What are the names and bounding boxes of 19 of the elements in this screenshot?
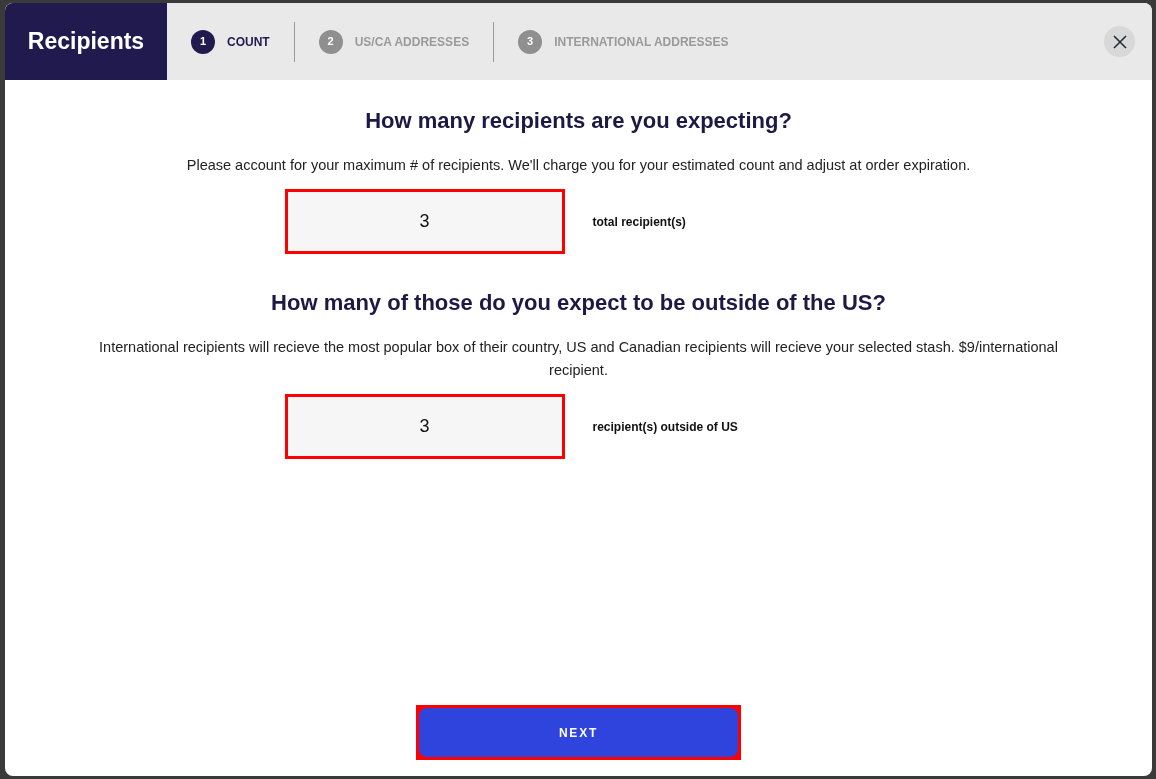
- step-label: INTERNATIONAL ADDRESSES: [554, 33, 729, 51]
- next-button[interactable]: NEXT: [419, 708, 738, 757]
- question-heading: How many recipients are you expecting?: [365, 107, 792, 135]
- step-label: COUNT: [227, 33, 270, 51]
- step-number: 2: [318, 29, 343, 54]
- description-text: Please account for your maximum # of recipients. We'll charge you for your estimated count and adjust at order expiration.: [186, 156, 971, 175]
- count-label: recipient(s) outside of US: [592, 418, 738, 436]
- modal-title: Recipients: [27, 27, 145, 57]
- step-label: US/CA ADDRESSES: [354, 33, 470, 51]
- question-heading: How many of those do you expect to be outside of the US?: [271, 289, 886, 317]
- count-label: total recipient(s): [592, 213, 686, 231]
- step-number: 1: [191, 29, 215, 54]
- close-icon: [1112, 34, 1127, 49]
- step-tab[interactable]: 1 COUNT: [191, 29, 270, 54]
- close-button[interactable]: [1104, 26, 1135, 57]
- description-text: International recipients will recieve the most popular box of their country, US and Canadian recipients will recieve your selected stash. $9/international recipient.: [98, 338, 1059, 380]
- step-number: 3: [518, 29, 543, 54]
- count-input[interactable]: 3: [287, 192, 562, 251]
- count-input[interactable]: 3: [287, 397, 562, 456]
